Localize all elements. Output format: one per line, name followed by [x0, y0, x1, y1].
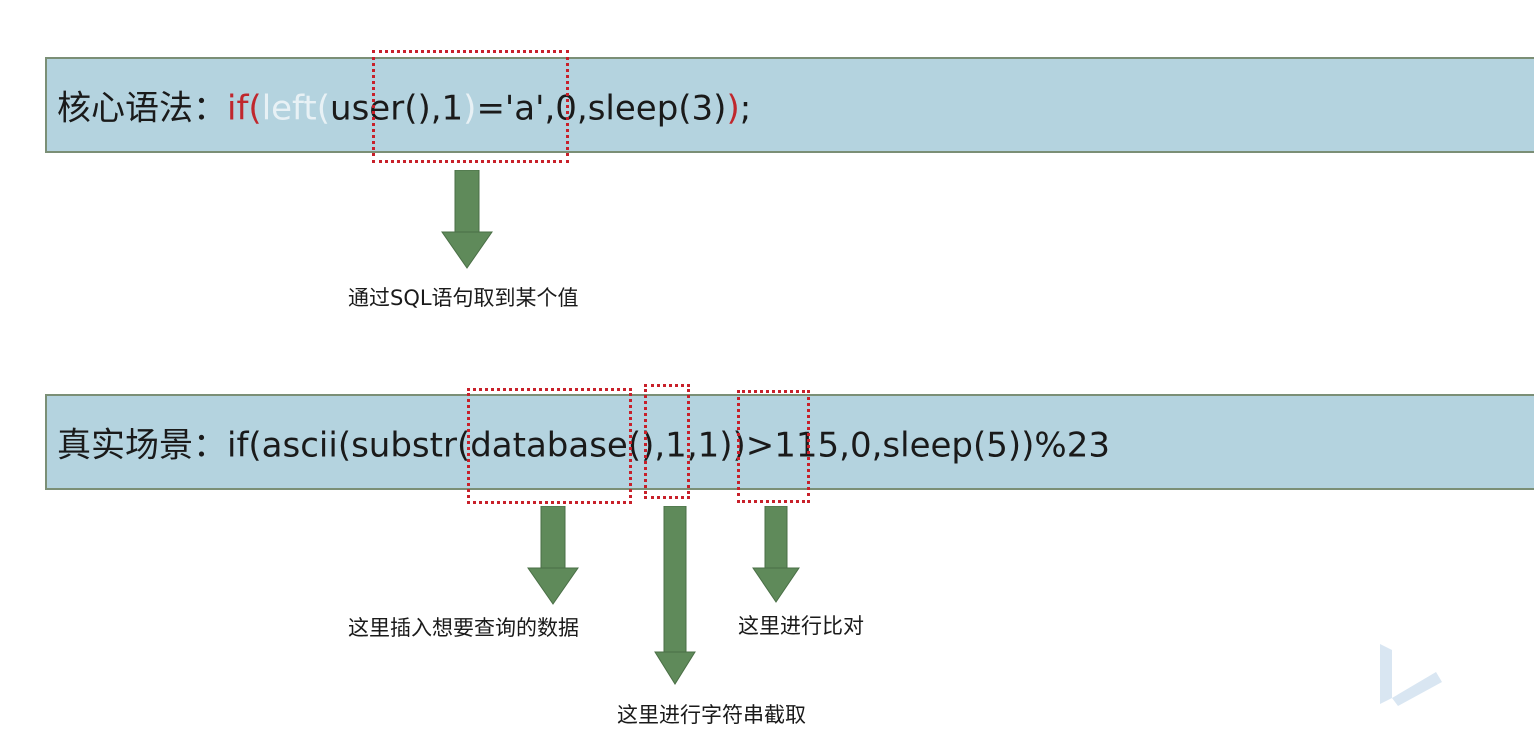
core-syntax-bar: 核心语法：if(left(user(),1)='a',0,sleep(3));: [45, 57, 1534, 153]
code-left-token: left(: [261, 88, 331, 129]
down-arrow-icon: [441, 170, 493, 269]
code-if-token: if(: [227, 88, 262, 129]
highlight-box-left-user: [372, 50, 569, 163]
caption-get-value: 通过SQL语句取到某个值: [348, 286, 579, 310]
code-close-paren-red: ): [726, 88, 740, 129]
down-arrow-icon: [752, 506, 800, 603]
highlight-box-database: [467, 388, 632, 504]
caption-compare: 这里进行比对: [738, 614, 864, 638]
watermark-logo-icon: [1380, 644, 1442, 706]
code-semicolon: ;: [739, 88, 752, 129]
caption-substring: 这里进行字符串截取: [617, 703, 806, 727]
highlight-box-compare: [737, 390, 810, 503]
real-scenario-label: 真实场景：: [57, 425, 227, 466]
down-arrow-icon: [527, 506, 579, 605]
highlight-box-substr-range: [644, 384, 690, 499]
down-arrow-icon: [654, 506, 696, 685]
core-syntax-label: 核心语法：: [57, 88, 227, 129]
caption-insert-data: 这里插入想要查询的数据: [348, 616, 579, 640]
